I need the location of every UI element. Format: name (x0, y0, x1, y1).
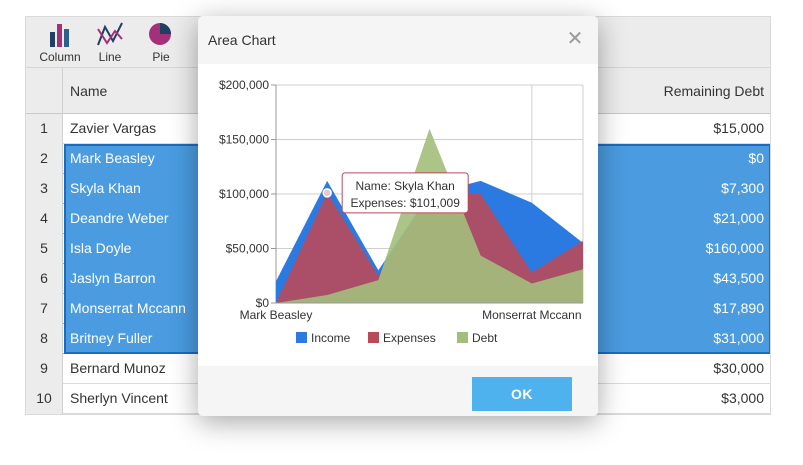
tooltip-name: Name: Skyla Khan (355, 179, 454, 193)
name-cell[interactable]: Mark Beasley (70, 144, 155, 173)
row-header[interactable]: 7 (26, 294, 63, 324)
legend-label-income: Income (311, 331, 351, 345)
name-cell[interactable]: Britney Fuller (70, 324, 152, 353)
x-tick-label: Mark Beasley (240, 308, 313, 322)
column-label: Column (39, 50, 81, 64)
header-corner[interactable] (26, 68, 63, 114)
remaining-debt-cell[interactable]: $30,000 (713, 354, 764, 383)
row-header[interactable]: 9 (26, 354, 63, 384)
name-cell[interactable]: Jaslyn Barron (70, 264, 156, 293)
remaining-debt-cell[interactable]: $43,500 (713, 264, 764, 293)
pie-label: Pie (152, 50, 170, 64)
dialog-title: Area Chart (208, 32, 276, 48)
line-chart-button[interactable]: Line (88, 19, 132, 65)
row-header[interactable]: 5 (26, 234, 63, 264)
remaining-debt-cell[interactable]: $3,000 (721, 384, 764, 413)
x-tick-label: Monserrat Mccann (482, 308, 581, 322)
pie-chart-icon (149, 23, 171, 45)
pie-chart-button[interactable]: Pie (139, 19, 183, 65)
y-tick-label: $150,000 (219, 133, 269, 147)
column-header-name[interactable]: Name (70, 83, 107, 99)
remaining-debt-cell[interactable]: $21,000 (713, 204, 764, 233)
row-header[interactable]: 10 (26, 384, 63, 414)
column-chart-button[interactable]: Column (38, 19, 82, 65)
row-header[interactable]: 3 (26, 174, 63, 204)
dialog-header: Area Chart ✕ (198, 16, 598, 64)
name-cell[interactable]: Zavier Vargas (70, 114, 156, 143)
column-header-remaining-debt[interactable]: Remaining Debt (664, 83, 764, 99)
row-header[interactable]: 1 (26, 114, 63, 144)
row-header[interactable]: 2 (26, 144, 63, 174)
ok-button[interactable]: OK (472, 377, 572, 411)
remaining-debt-cell[interactable]: $160,000 (706, 234, 764, 263)
area-chart-dialog: Area Chart ✕ $0 $50,000 $100,000 $150,000 $2… (198, 16, 598, 416)
legend-swatch-income (296, 332, 307, 343)
name-cell[interactable]: Sherlyn Vincent (70, 384, 168, 413)
remaining-debt-cell[interactable]: $31,000 (713, 324, 764, 353)
name-cell[interactable]: Skyla Khan (70, 174, 141, 203)
dialog-footer: OK (198, 366, 598, 416)
row-header[interactable]: 8 (26, 324, 63, 354)
legend-label-debt: Debt (472, 331, 498, 345)
legend-swatch-expenses (368, 332, 379, 343)
y-tick-label: $100,000 (219, 187, 269, 201)
name-cell[interactable]: Deandre Weber (70, 204, 169, 233)
row-header[interactable]: 4 (26, 204, 63, 234)
legend-label-expenses: Expenses (383, 331, 436, 345)
legend-swatch-debt (457, 332, 468, 343)
y-tick-label: $50,000 (226, 242, 270, 256)
name-cell[interactable]: Monserrat Mccann (70, 294, 186, 323)
close-icon[interactable]: ✕ (566, 29, 584, 49)
line-label: Line (98, 50, 122, 64)
column-chart-icon (50, 24, 69, 47)
remaining-debt-cell[interactable]: $15,000 (713, 114, 764, 143)
area-chart: $0$50,000$100,000$150,000$200,000Mark Be… (219, 78, 584, 345)
remaining-debt-cell[interactable]: $0 (748, 144, 764, 173)
y-tick-label: $200,000 (219, 78, 269, 92)
name-cell[interactable]: Bernard Munoz (70, 354, 166, 383)
highlight-point (322, 188, 332, 198)
name-cell[interactable]: Isla Doyle (70, 234, 131, 263)
tooltip-value: Expenses: $101,009 (350, 196, 460, 210)
remaining-debt-cell[interactable]: $17,890 (713, 294, 764, 323)
line-chart-icon (97, 22, 123, 46)
remaining-debt-cell[interactable]: $7,300 (721, 174, 764, 203)
row-header[interactable]: 6 (26, 264, 63, 294)
